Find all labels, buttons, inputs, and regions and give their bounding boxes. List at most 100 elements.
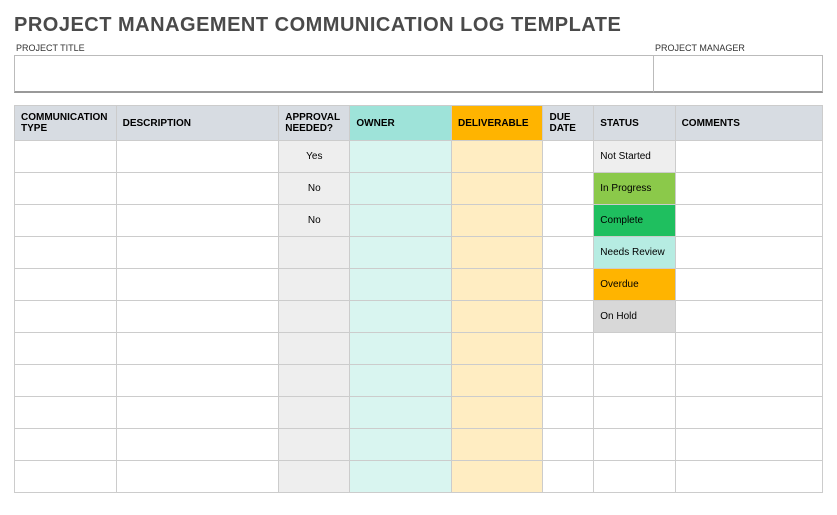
cell-type[interactable] — [15, 141, 117, 173]
cell-comments[interactable] — [675, 461, 822, 493]
project-title-label: PROJECT TITLE — [14, 43, 653, 53]
cell-type[interactable] — [15, 269, 117, 301]
col-type: COMMUNICATION TYPE — [15, 106, 117, 141]
cell-deliverable[interactable] — [452, 205, 543, 237]
cell-approval[interactable] — [279, 365, 350, 397]
communication-log-table: COMMUNICATION TYPE DESCRIPTION APPROVAL … — [14, 105, 823, 493]
cell-type[interactable] — [15, 365, 117, 397]
cell-owner[interactable] — [350, 397, 452, 429]
cell-deliverable[interactable] — [452, 333, 543, 365]
cell-deliverable[interactable] — [452, 237, 543, 269]
cell-comments[interactable] — [675, 237, 822, 269]
col-comments: COMMENTS — [675, 106, 822, 141]
cell-status[interactable] — [594, 429, 675, 461]
cell-status[interactable] — [594, 397, 675, 429]
cell-comments[interactable] — [675, 365, 822, 397]
cell-comments[interactable] — [675, 429, 822, 461]
cell-description[interactable] — [116, 461, 279, 493]
cell-comments[interactable] — [675, 333, 822, 365]
cell-status[interactable] — [594, 333, 675, 365]
cell-approval[interactable] — [279, 397, 350, 429]
cell-approval[interactable]: No — [279, 205, 350, 237]
cell-owner[interactable] — [350, 205, 452, 237]
cell-approval[interactable] — [279, 429, 350, 461]
cell-deliverable[interactable] — [452, 301, 543, 333]
cell-deliverable[interactable] — [452, 269, 543, 301]
cell-description[interactable] — [116, 429, 279, 461]
cell-type[interactable] — [15, 429, 117, 461]
table-row: No Complete — [15, 205, 823, 237]
cell-owner[interactable] — [350, 141, 452, 173]
cell-due[interactable] — [543, 301, 594, 333]
cell-approval[interactable] — [279, 269, 350, 301]
cell-approval[interactable]: No — [279, 173, 350, 205]
cell-owner[interactable] — [350, 173, 452, 205]
cell-description[interactable] — [116, 333, 279, 365]
cell-owner[interactable] — [350, 237, 452, 269]
cell-type[interactable] — [15, 461, 117, 493]
cell-deliverable[interactable] — [452, 461, 543, 493]
cell-owner[interactable] — [350, 269, 452, 301]
cell-description[interactable] — [116, 173, 279, 205]
cell-status[interactable] — [594, 365, 675, 397]
cell-status[interactable]: Complete — [594, 205, 675, 237]
cell-type[interactable] — [15, 333, 117, 365]
project-manager-input[interactable] — [653, 55, 823, 93]
table-row — [15, 333, 823, 365]
cell-approval[interactable]: Yes — [279, 141, 350, 173]
cell-comments[interactable] — [675, 269, 822, 301]
table-row — [15, 397, 823, 429]
cell-owner[interactable] — [350, 365, 452, 397]
cell-description[interactable] — [116, 269, 279, 301]
cell-type[interactable] — [15, 397, 117, 429]
cell-type[interactable] — [15, 173, 117, 205]
cell-due[interactable] — [543, 397, 594, 429]
cell-type[interactable] — [15, 205, 117, 237]
cell-status[interactable]: On Hold — [594, 301, 675, 333]
cell-owner[interactable] — [350, 461, 452, 493]
cell-status[interactable]: Overdue — [594, 269, 675, 301]
cell-approval[interactable] — [279, 237, 350, 269]
cell-description[interactable] — [116, 205, 279, 237]
cell-comments[interactable] — [675, 173, 822, 205]
cell-owner[interactable] — [350, 301, 452, 333]
cell-deliverable[interactable] — [452, 397, 543, 429]
cell-approval[interactable] — [279, 461, 350, 493]
col-description: DESCRIPTION — [116, 106, 279, 141]
cell-comments[interactable] — [675, 141, 822, 173]
cell-approval[interactable] — [279, 333, 350, 365]
cell-status[interactable]: Needs Review — [594, 237, 675, 269]
cell-comments[interactable] — [675, 301, 822, 333]
cell-deliverable[interactable] — [452, 429, 543, 461]
cell-due[interactable] — [543, 141, 594, 173]
cell-deliverable[interactable] — [452, 173, 543, 205]
cell-comments[interactable] — [675, 205, 822, 237]
cell-description[interactable] — [116, 237, 279, 269]
cell-status[interactable] — [594, 461, 675, 493]
cell-deliverable[interactable] — [452, 365, 543, 397]
project-title-input[interactable] — [14, 55, 653, 93]
cell-description[interactable] — [116, 397, 279, 429]
cell-status[interactable]: In Progress — [594, 173, 675, 205]
cell-due[interactable] — [543, 365, 594, 397]
cell-due[interactable] — [543, 461, 594, 493]
cell-type[interactable] — [15, 237, 117, 269]
cell-approval[interactable] — [279, 301, 350, 333]
col-status: STATUS — [594, 106, 675, 141]
cell-description[interactable] — [116, 365, 279, 397]
cell-type[interactable] — [15, 301, 117, 333]
cell-deliverable[interactable] — [452, 141, 543, 173]
cell-due[interactable] — [543, 205, 594, 237]
cell-due[interactable] — [543, 173, 594, 205]
cell-owner[interactable] — [350, 429, 452, 461]
cell-due[interactable] — [543, 269, 594, 301]
cell-comments[interactable] — [675, 397, 822, 429]
cell-owner[interactable] — [350, 333, 452, 365]
cell-due[interactable] — [543, 429, 594, 461]
cell-due[interactable] — [543, 333, 594, 365]
cell-due[interactable] — [543, 237, 594, 269]
col-due: DUE DATE — [543, 106, 594, 141]
cell-status[interactable]: Not Started — [594, 141, 675, 173]
cell-description[interactable] — [116, 141, 279, 173]
cell-description[interactable] — [116, 301, 279, 333]
